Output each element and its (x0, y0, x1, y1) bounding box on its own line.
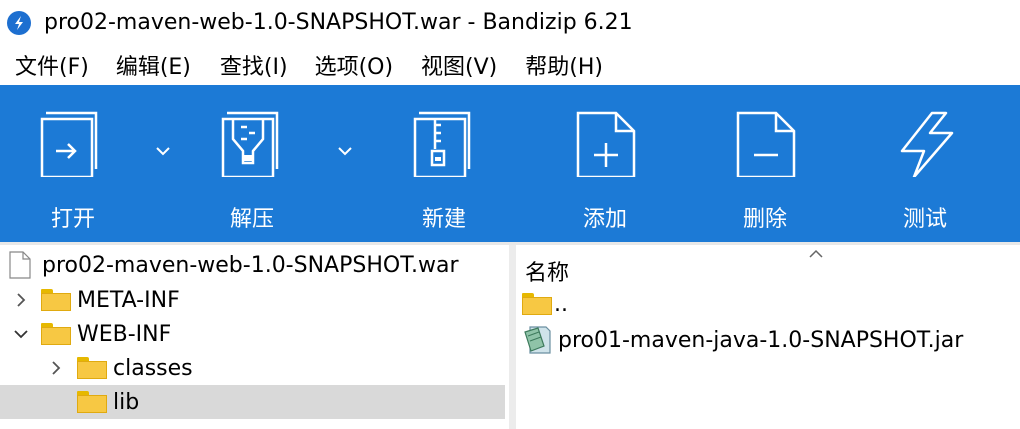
tree-item-label: WEB-INF (77, 321, 172, 347)
test-label: 测试 (902, 207, 947, 232)
delete-file-icon (736, 111, 796, 177)
folder-icon (522, 293, 552, 315)
menu-file[interactable]: 文件(F) (15, 49, 89, 81)
delete-label: 删除 (742, 207, 787, 232)
folder-icon (41, 289, 71, 311)
chevron-right-icon[interactable] (13, 292, 29, 308)
folder-icon (77, 391, 107, 413)
menu-edit[interactable]: 编辑(E) (116, 49, 191, 81)
menu-options[interactable]: 选项(O) (315, 49, 393, 81)
tree-item-web-inf[interactable]: WEB-INF (0, 317, 505, 351)
test-button[interactable]: 测试 (870, 85, 980, 242)
tree-root[interactable]: pro02-maven-web-1.0-SNAPSHOT.war (0, 248, 505, 282)
extract-icon (221, 111, 279, 177)
extract-label: 解压 (229, 207, 274, 232)
chevron-down-icon[interactable] (13, 326, 29, 342)
new-archive-button[interactable]: 新建 (389, 85, 499, 242)
list-item-jar[interactable]: pro01-maven-java-1.0-SNAPSHOT.jar (522, 323, 963, 357)
folder-icon (77, 357, 107, 379)
open-button[interactable]: 打开 (18, 85, 128, 242)
add-button[interactable]: 添加 (550, 85, 660, 242)
list-item-name: .. (554, 291, 568, 317)
tree-item-label: lib (113, 389, 140, 415)
menu-find[interactable]: 查找(I) (220, 49, 288, 81)
lightning-icon (900, 111, 954, 177)
open-dropdown-chevron-icon[interactable] (155, 145, 171, 157)
tree-item-meta-inf[interactable]: META-INF (0, 283, 505, 317)
chevron-right-icon[interactable] (48, 360, 64, 376)
delete-button[interactable]: 删除 (710, 85, 820, 242)
folder-icon (41, 323, 71, 345)
folder-tree[interactable]: pro02-maven-web-1.0-SNAPSHOT.war META-IN… (0, 245, 509, 429)
list-item-parent[interactable]: .. (522, 287, 568, 321)
menu-view[interactable]: 视图(V) (421, 49, 497, 81)
tree-item-label: classes (113, 355, 193, 381)
open-icon (40, 111, 98, 177)
toolbar: 打开 解压 新建 添加 删除 测试 (0, 85, 1020, 242)
new-label: 新建 (421, 207, 466, 232)
tree-item-lib[interactable]: lib (0, 385, 505, 419)
new-archive-icon (413, 111, 471, 177)
add-label: 添加 (582, 207, 627, 232)
bandizip-logo-icon (7, 10, 31, 35)
menu-help[interactable]: 帮助(H) (525, 49, 603, 81)
sort-ascending-icon (809, 249, 823, 258)
file-list[interactable]: 名称 .. pro01-maven-java-1.0-SNAPSHOT.jar (516, 245, 1020, 429)
extract-button[interactable]: 解压 (197, 85, 307, 242)
open-label: 打开 (50, 207, 95, 232)
archive-file-icon (9, 251, 31, 279)
extract-dropdown-chevron-icon[interactable] (337, 145, 353, 157)
window-title: pro02-maven-web-1.0-SNAPSHOT.war - Bandi… (44, 10, 633, 35)
tree-root-label: pro02-maven-web-1.0-SNAPSHOT.war (42, 252, 459, 278)
column-header-name[interactable]: 名称 (525, 255, 569, 287)
menu-bar: 文件(F) 编辑(E) 查找(I) 选项(O) 视图(V) 帮助(H) (0, 45, 1020, 85)
tree-item-label: META-INF (77, 287, 180, 313)
tree-item-classes[interactable]: classes (0, 351, 505, 385)
add-file-icon (576, 111, 636, 177)
title-bar: pro02-maven-web-1.0-SNAPSHOT.war - Bandi… (0, 0, 1020, 45)
list-item-name: pro01-maven-java-1.0-SNAPSHOT.jar (558, 327, 964, 353)
pane-splitter[interactable] (509, 245, 516, 429)
jar-file-icon (524, 326, 551, 354)
